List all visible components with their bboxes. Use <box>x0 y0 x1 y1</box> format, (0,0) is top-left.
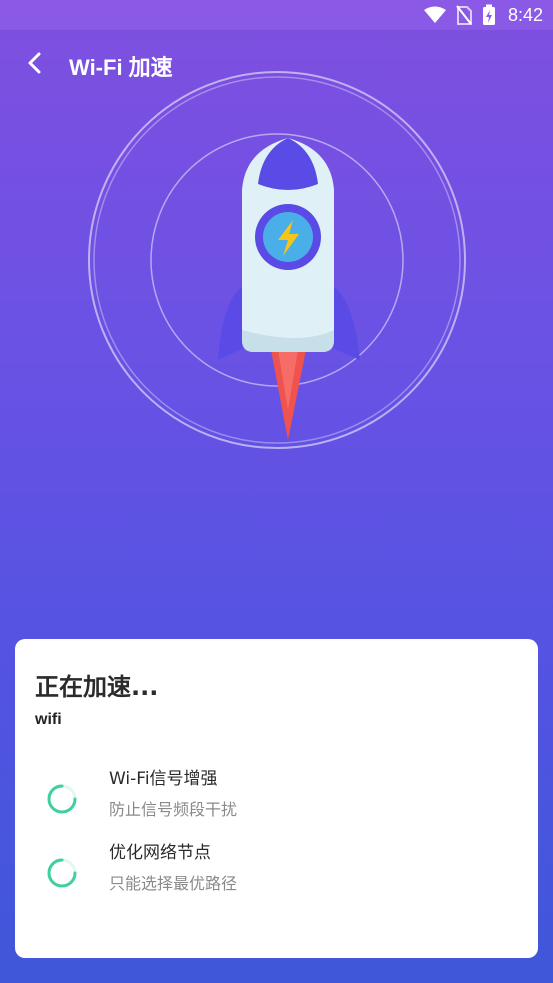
task-title: Wi-Fi信号增强 <box>109 769 218 789</box>
no-sim-icon <box>456 5 472 25</box>
status-time: 8:42 <box>507 4 543 25</box>
loading-spinner-icon <box>45 782 79 816</box>
rocket-icon <box>218 138 360 440</box>
rocket-nose <box>258 138 318 190</box>
task-desc: 防止信号频段干扰 <box>109 800 238 819</box>
rocket-fin-right <box>332 285 360 360</box>
card-title: 正在加速... <box>35 673 159 701</box>
loading-spinner-icon <box>45 856 79 890</box>
status-bar: 8:42 <box>0 0 553 30</box>
hero-illustration <box>0 60 553 460</box>
task-desc: 只能选择最优路径 <box>109 874 238 893</box>
task-item: Wi-Fi信号增强 防止信号频段干扰 <box>15 764 538 828</box>
network-name: wifi <box>35 711 62 728</box>
acceleration-card: 正在加速... wifi Wi-Fi信号增强 防止信号频段干扰 优化网络节点 只… <box>15 639 538 958</box>
rocket-fin-left <box>218 285 244 360</box>
task-title: 优化网络节点 <box>109 843 211 863</box>
battery-charging-icon <box>482 4 496 26</box>
task-item: 优化网络节点 只能选择最优路径 <box>15 838 538 902</box>
wifi-icon <box>423 6 446 24</box>
